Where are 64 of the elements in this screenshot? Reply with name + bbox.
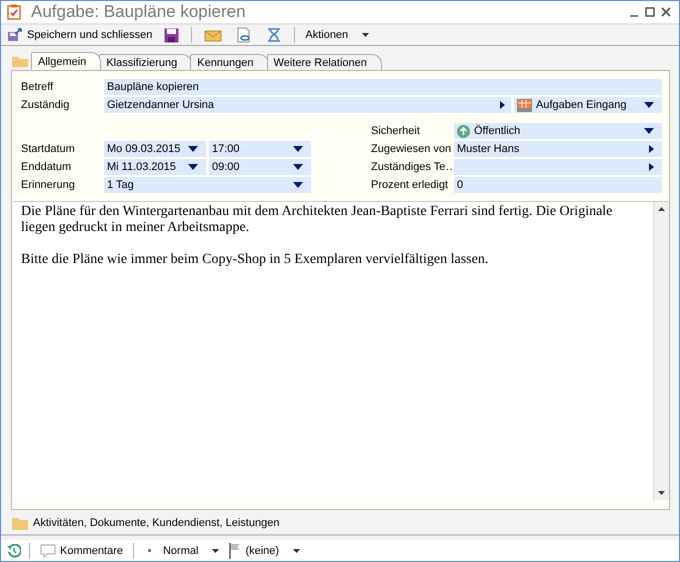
arrow-right-icon [649,163,654,171]
responsible-field[interactable]: Gietzendanner Ursina [104,97,511,113]
actions-menu-button[interactable]: Aktionen [303,26,372,44]
arrow-right-icon [500,101,505,109]
save-icon[interactable] [164,28,180,42]
dropdown-arrow-icon [188,146,198,152]
flag-dropdown[interactable]: (keine) [227,542,302,560]
flag-icon [229,542,242,558]
field-label: Prozent erledigt [371,178,450,193]
reminder-dropdown[interactable]: 1 Tag [104,177,311,193]
dropdown-arrow-icon [293,182,303,188]
field-label: Enddatum [21,160,72,175]
security-dropdown[interactable]: Öffentlich [454,123,662,139]
hourglass-icon[interactable] [266,27,282,43]
folder-icon [11,54,29,68]
save-and-close-button[interactable]: Speichern und schliessen [5,26,154,44]
scroll-up-icon[interactable] [658,207,665,211]
tab[interactable]: Kennungen [190,54,269,70]
caret-icon [362,33,370,37]
window-title: Aufgabe: Baupläne kopieren [31,2,246,22]
field-label: Startdatum [21,142,76,157]
tab[interactable]: Allgemein [31,52,102,70]
close-icon[interactable] [661,7,671,17]
dropdown-arrow-icon [293,164,303,170]
time-dropdown[interactable]: 17:00 [209,141,311,157]
related-link[interactable]: Aktivitäten, Dokumente, Kundendienst, Leistungen [33,517,280,529]
folder-icon [12,516,28,530]
description-paragraph: Die Pläne für den Wintergartenanbau mit dem Architekten Jean-Baptiste Ferrari sind fertig. Die Originale liegen gedruckt in meiner Arbeitsmappe. [21,204,614,236]
dropdown-arrow-icon [644,128,654,134]
lookup-field[interactable] [454,159,662,175]
caret-icon [293,548,300,552]
speech-bubble-icon [40,544,56,558]
save-arrow-icon [7,28,23,42]
document-link-icon[interactable] [236,27,252,43]
lookup-field[interactable]: Muster Hans [454,141,662,157]
date-dropdown[interactable]: Mo 09.03.2015 [104,141,206,157]
calendar-icon [517,98,532,112]
percent-field[interactable]: 0 [454,177,662,193]
arrow-right-icon [649,145,654,153]
scroll-down-icon[interactable] [658,491,665,495]
subject-field[interactable]: Baupläne kopieren [104,79,662,95]
priority-dropdown[interactable]: Normal [142,542,222,560]
comments-button[interactable]: Kommentare [38,542,125,560]
dropdown-arrow-icon [188,164,198,170]
maximize-icon[interactable] [645,7,655,17]
date-dropdown[interactable]: Mi 11.03.2015 [104,159,206,175]
description-paragraph: Bitte die Pläne wie immer beim Copy-Shop in 5 Exemplaren vervielfältigen lassen. [21,252,490,268]
field-label: Zugewiesen von [371,142,451,157]
field-label: Betreff [21,80,54,95]
time-dropdown[interactable]: 09:00 [209,159,311,175]
up-arrow-circle-icon [457,124,470,138]
tab[interactable]: Weitere Relationen [266,54,382,70]
field-label: Sicherheit [371,124,421,139]
dropdown-arrow-icon [293,146,303,152]
folder-dropdown[interactable]: Aufgaben Eingang [514,97,662,113]
dropdown-arrow-icon [644,102,654,108]
caret-icon [212,548,220,552]
tab[interactable]: Klassifizierung [99,54,192,70]
history-icon[interactable] [7,544,21,558]
envelope-icon[interactable] [204,28,222,42]
field-label: Erinnerung [21,178,76,193]
clipboard-icon [7,4,21,20]
scrollbar[interactable] [653,202,669,500]
field-label: Zuständig [21,98,70,113]
